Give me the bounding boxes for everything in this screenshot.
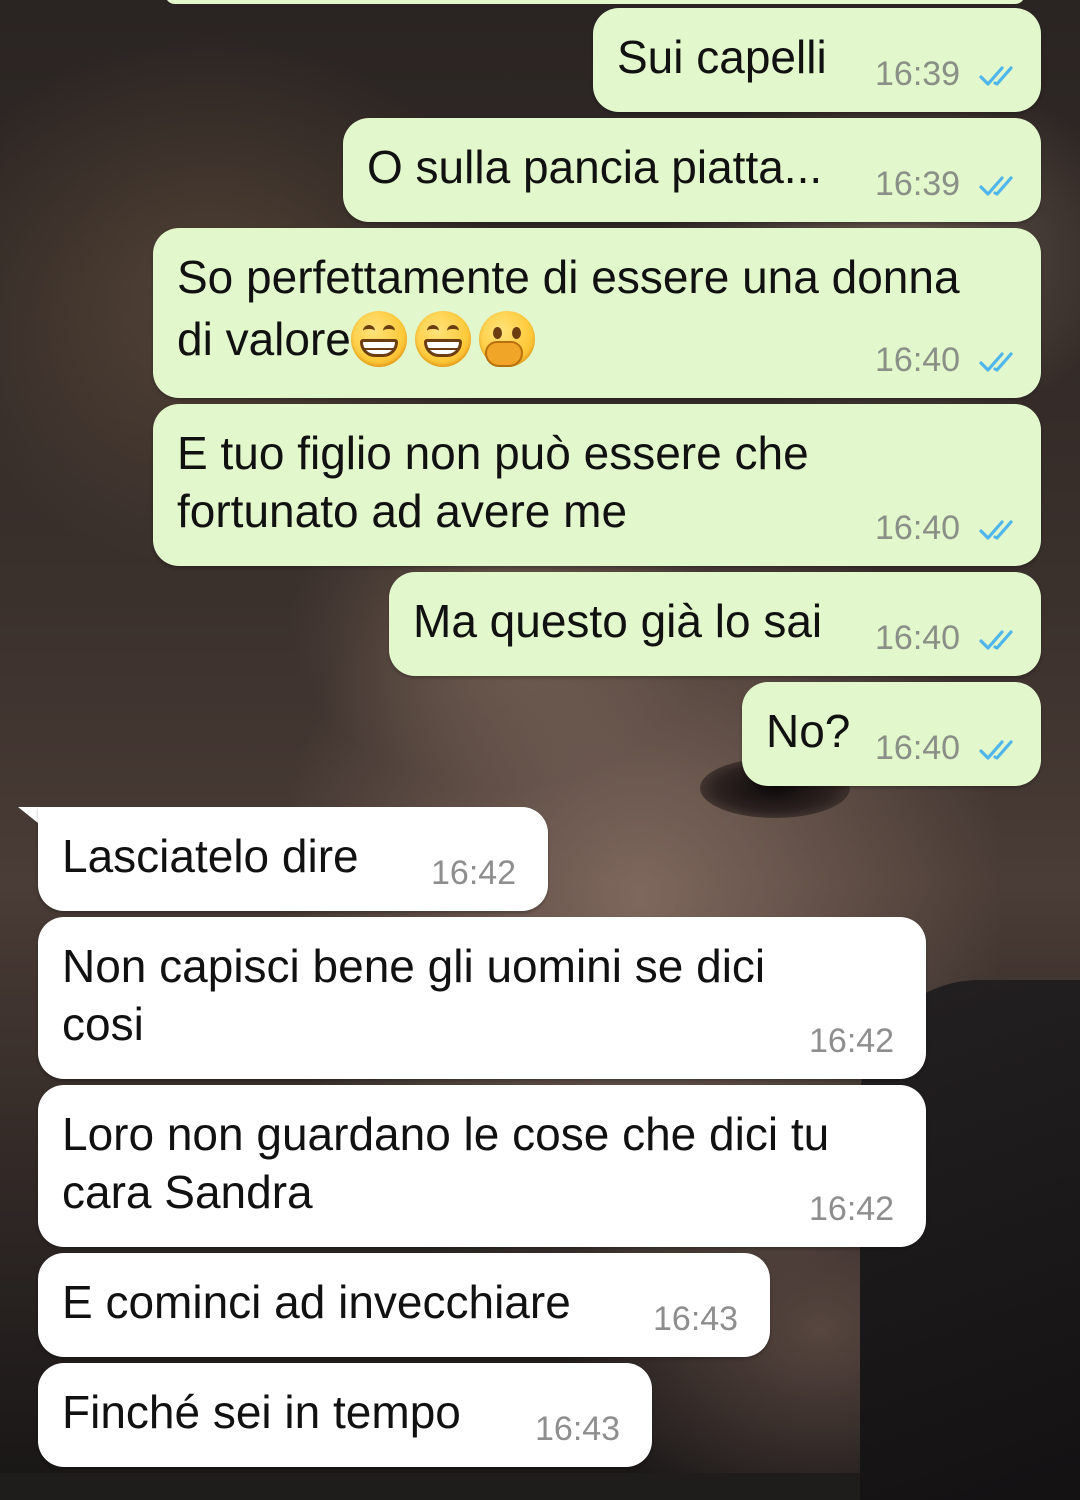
double-check-icon	[979, 630, 1013, 650]
message-timestamp: 16:39	[875, 55, 961, 93]
message-timestamp: 16:40	[875, 341, 961, 379]
message-text-line: E tuo figlio non può essere che	[177, 427, 809, 479]
outgoing-message-bubble[interactable]: No? 16:40	[742, 682, 1041, 786]
message-timestamp: 16:42	[809, 1022, 895, 1060]
message-text: O sulla pancia piatta...	[367, 141, 823, 193]
double-check-icon	[979, 740, 1013, 760]
incoming-message-bubble[interactable]: E cominci ad invecchiare 16:43	[38, 1253, 770, 1357]
double-check-icon	[979, 66, 1013, 86]
message-text: No?	[766, 705, 851, 757]
message-text: Sui capelli	[617, 31, 827, 83]
message-timestamp: 16:39	[875, 165, 961, 203]
message-text: Finché sei in tempo	[62, 1386, 461, 1438]
outgoing-message-bubble[interactable]: So perfettamente di essere una donna di …	[153, 228, 1041, 398]
message-timestamp: 16:42	[809, 1190, 895, 1228]
message-list[interactable]: Sui capelli 16:39 O sulla pancia piatta.…	[0, 0, 1080, 1473]
message-text: E cominci ad invecchiare	[62, 1276, 571, 1328]
message-timestamp: 16:43	[653, 1300, 739, 1338]
message-text-line: Non capisci bene gli uomini se dici	[62, 940, 766, 992]
message-timestamp: 16:42	[431, 854, 517, 892]
grinning-face-emoji-icon	[350, 311, 407, 367]
message-timestamp: 16:43	[535, 1410, 621, 1448]
outgoing-message-bubble[interactable]: Sui capelli 16:39	[593, 8, 1041, 112]
message-text-line: Loro non guardano le cose che dici tu	[62, 1108, 830, 1160]
message-text-fragment: di valore	[177, 313, 351, 365]
message-text-line: di valore	[177, 310, 543, 368]
incoming-message-bubble[interactable]: Non capisci bene gli uomini se dici cosi…	[38, 917, 926, 1079]
incoming-message-bubble[interactable]: Finché sei in tempo 16:43	[38, 1363, 652, 1467]
face-with-hand-over-mouth-emoji-icon	[478, 311, 535, 367]
incoming-message-bubble[interactable]: Loro non guardano le cose che dici tu ca…	[38, 1085, 926, 1247]
message-text-line: cara Sandra	[62, 1166, 313, 1218]
message-text-line: So perfettamente di essere una donna	[177, 251, 960, 303]
message-text: Ma questo già lo sai	[413, 595, 823, 647]
double-check-icon	[979, 520, 1013, 540]
outgoing-message-bubble[interactable]: E tuo figlio non può essere che fortunat…	[153, 404, 1041, 566]
message-timestamp: 16:40	[875, 509, 961, 547]
message-text-line: fortunato ad avere me	[177, 485, 628, 537]
outgoing-message-bubble[interactable]: Ma questo già lo sai 16:40	[389, 572, 1041, 676]
grinning-face-emoji-icon	[414, 311, 471, 367]
message-text-line: cosi	[62, 998, 144, 1050]
incoming-message-bubble[interactable]: Lasciatelo dire 16:42	[38, 807, 548, 911]
previous-message-bubble-edge	[165, 0, 1025, 4]
message-text: Lasciatelo dire	[62, 830, 359, 882]
message-timestamp: 16:40	[875, 729, 961, 767]
message-timestamp: 16:40	[875, 619, 961, 657]
double-check-icon	[979, 352, 1013, 372]
double-check-icon	[979, 176, 1013, 196]
outgoing-message-bubble[interactable]: O sulla pancia piatta... 16:39	[343, 118, 1041, 222]
